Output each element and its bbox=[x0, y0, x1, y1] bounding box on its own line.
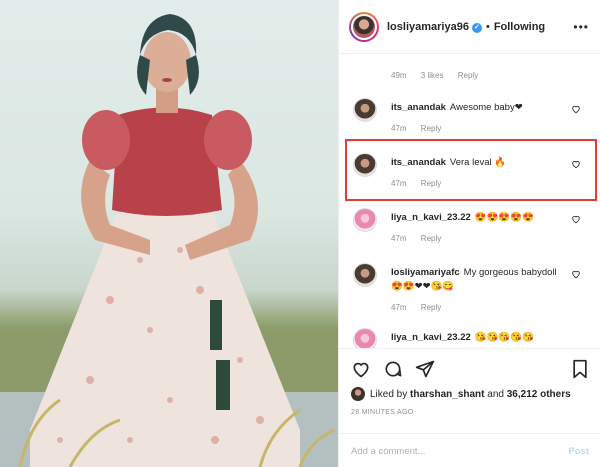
comment-text: its_anandak Awesome baby❤ bbox=[391, 101, 561, 115]
post-header: losliyamariya96 ✓ • Following ••• bbox=[339, 0, 600, 54]
comment-body: Awesome baby❤ bbox=[449, 102, 523, 113]
comment-time: 47m bbox=[391, 124, 407, 133]
comment-body: 😍😍😍😍😍 bbox=[474, 212, 534, 223]
comment-icon[interactable] bbox=[383, 359, 403, 379]
reply-button[interactable]: Reply bbox=[421, 124, 441, 133]
commenter-username[interactable]: liya_n_kavi_23.22 bbox=[391, 212, 471, 223]
like-comment-heart-icon[interactable] bbox=[571, 214, 581, 224]
reply-button[interactable]: Reply bbox=[458, 71, 478, 80]
post-side-panel: losliyamariya96 ✓ • Following ••• 49m 3 l… bbox=[338, 0, 600, 467]
likes-summary: Liked by tharshan_shant and 36,212 other… bbox=[351, 387, 571, 401]
bookmark-icon[interactable] bbox=[571, 359, 589, 379]
add-comment-input[interactable]: Add a comment... bbox=[351, 446, 568, 457]
share-icon[interactable] bbox=[415, 359, 435, 379]
post-comment-button[interactable]: Post bbox=[568, 446, 589, 457]
comment-text: losliyamariyafc My gorgeous babydoll😍😍❤❤😘… bbox=[391, 266, 561, 294]
likes-count[interactable]: 36,212 others bbox=[507, 389, 571, 400]
comment-text: liya_n_kavi_23.22 😍😍😍😍😍 bbox=[391, 211, 561, 225]
liker-avatar[interactable] bbox=[351, 387, 365, 401]
action-icons bbox=[351, 359, 435, 379]
add-comment-bar: Add a comment... Post bbox=[339, 433, 600, 467]
comment-text: liya_n_kavi_23.22 😘😘😘😘😘 bbox=[391, 331, 561, 345]
comment-meta: 47m Reply bbox=[391, 303, 453, 312]
commenter-avatar[interactable] bbox=[353, 208, 377, 232]
reply-button[interactable]: Reply bbox=[421, 234, 441, 243]
previous-comment-meta: 49m 3 likes Reply bbox=[391, 71, 490, 80]
liker-username[interactable]: tharshan_shant bbox=[410, 389, 484, 400]
comment-time: 47m bbox=[391, 303, 407, 312]
post-timestamp: 28 MINUTES AGO bbox=[351, 409, 414, 416]
comment-body: 😘😘😘😘😘 bbox=[474, 332, 534, 343]
author-username-text[interactable]: losliyamariya96 bbox=[387, 21, 469, 33]
reply-button[interactable]: Reply bbox=[421, 303, 441, 312]
commenter-username[interactable]: its_anandak bbox=[391, 102, 446, 113]
following-button[interactable]: Following bbox=[494, 21, 545, 33]
post-actions: Liked by tharshan_shant and 36,212 other… bbox=[339, 348, 600, 467]
liked-by-prefix: Liked by bbox=[370, 388, 408, 400]
more-options-icon[interactable]: ••• bbox=[573, 20, 589, 34]
comment-time: 49m bbox=[391, 71, 407, 80]
liked-and: and bbox=[487, 388, 504, 400]
comment-meta: 47m Reply bbox=[391, 124, 453, 133]
comment-likes[interactable]: 3 likes bbox=[421, 71, 444, 80]
highlight-box bbox=[345, 139, 597, 201]
like-comment-heart-icon[interactable] bbox=[571, 104, 581, 114]
commenter-avatar[interactable] bbox=[353, 98, 377, 122]
verified-badge-icon: ✓ bbox=[471, 22, 482, 33]
comments-list[interactable]: 49m 3 likes Reply its_anandak Awesome bab… bbox=[339, 55, 600, 348]
post-photo[interactable] bbox=[0, 0, 338, 467]
commenter-avatar[interactable] bbox=[353, 263, 377, 287]
heart-icon[interactable] bbox=[351, 359, 371, 379]
comment-meta: 47m Reply bbox=[391, 234, 453, 243]
post-image-illustration bbox=[0, 14, 338, 467]
commenter-username[interactable]: liya_n_kavi_23.22 bbox=[391, 332, 471, 343]
comment-time: 47m bbox=[391, 234, 407, 243]
like-comment-heart-icon[interactable] bbox=[571, 269, 581, 279]
author-username[interactable]: losliyamariya96 ✓ bbox=[387, 21, 482, 33]
header-separator: • bbox=[485, 20, 490, 33]
author-avatar[interactable] bbox=[349, 11, 379, 42]
commenter-username[interactable]: losliyamariyafc bbox=[391, 267, 460, 278]
commenter-avatar[interactable] bbox=[353, 328, 377, 348]
